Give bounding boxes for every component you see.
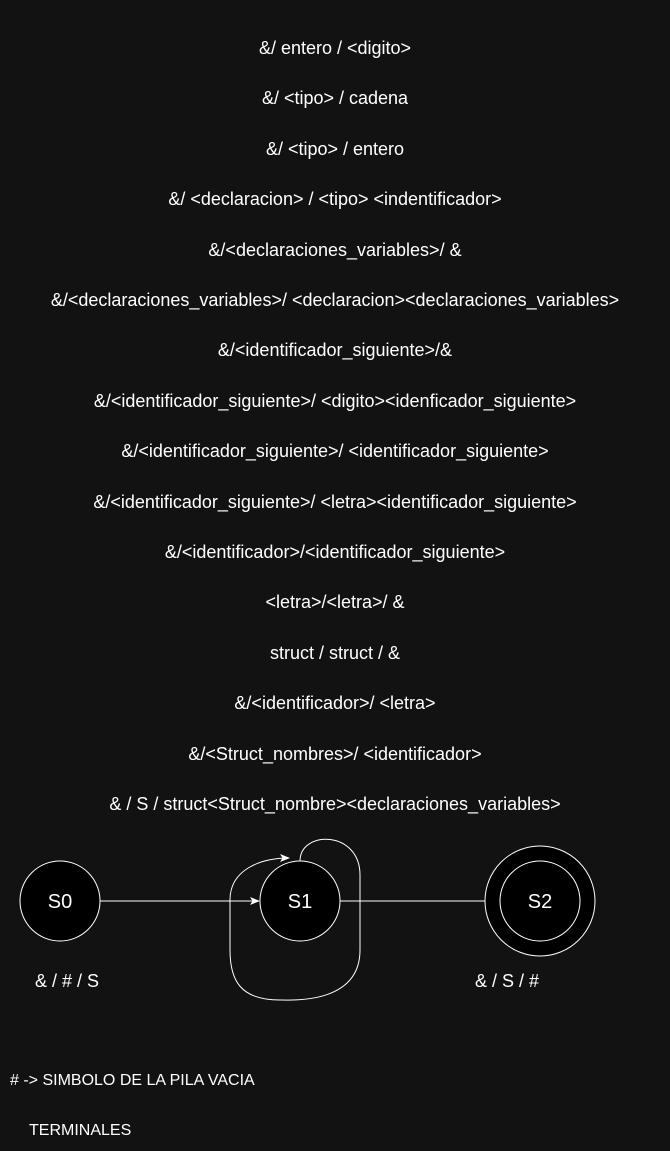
rule-text: &/<declaraciones_variables>/ & (208, 240, 462, 260)
transition-label-s0-s1: & / # / S (35, 971, 100, 991)
terminals-note: TERMINALES (29, 1122, 132, 1139)
rule-text: &/<Struct_nombres>/ <identificador> (188, 744, 482, 764)
rule-text: <letra>/<letra>/ & (265, 592, 405, 612)
state-s1: S1 (259, 860, 341, 942)
rule-text: &/<declaraciones_variables>/ <declaracio… (50, 290, 620, 310)
empty-stack-note: # -> SIMBOLO DE LA PILA VACIA (10, 1072, 255, 1089)
rule-text: struct / struct / & (269, 643, 401, 663)
rule-text: &/<identificador>/<identificador_siguien… (164, 542, 506, 562)
transition-label-s1-s2: & / S / # (475, 971, 540, 991)
rule-text: &/<identificador_siguiente>/ <identifica… (121, 441, 549, 461)
state-label: S2 (528, 891, 552, 913)
state-diagram: S0 S1 S2 (19, 838, 596, 1001)
rule-text: &/<identificador_siguiente>/& (217, 340, 453, 360)
rule-text: &/ entero / <digito> (258, 38, 412, 58)
rule-text: &/<identificador>/ <letra> (234, 693, 436, 713)
rule-text: &/<identificador_siguiente>/ <letra><ide… (93, 492, 577, 512)
state-s2: S2 (484, 845, 596, 957)
rule-text: &/ <tipo> / cadena (261, 88, 409, 108)
rule-text: &/ <declaracion> / <tipo> <indentificado… (168, 189, 502, 209)
state-s0: S0 (19, 860, 101, 942)
state-label: S0 (48, 891, 72, 913)
rule-text: &/ <tipo> / entero (265, 139, 405, 159)
rule-text: & / S / struct<Struct_nombre><declaracio… (109, 794, 561, 814)
rule-text: &/<identificador_siguiente>/ <digito><id… (93, 391, 577, 411)
state-label: S1 (288, 891, 312, 913)
